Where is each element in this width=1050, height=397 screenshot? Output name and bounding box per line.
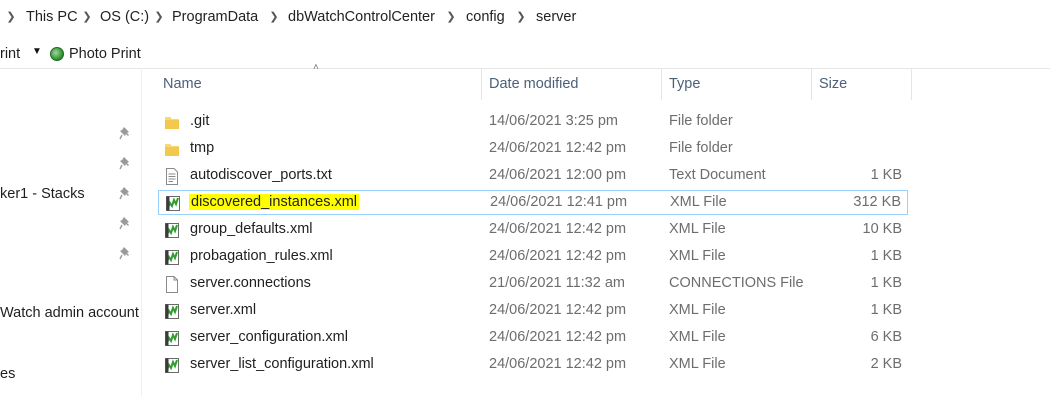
xml-file-icon bbox=[166, 196, 180, 211]
file-type: Text Document bbox=[669, 167, 766, 183]
xml-file-icon bbox=[165, 304, 179, 319]
file-name: autodiscover_ports.txt bbox=[190, 167, 332, 183]
breadcrumb-programdata[interactable]: ProgramData bbox=[172, 9, 258, 25]
file-date: 24/06/2021 12:42 pm bbox=[489, 302, 627, 318]
breadcrumb-config[interactable]: config bbox=[466, 9, 505, 25]
file-name: server.connections bbox=[190, 275, 311, 291]
file-name: server.xml bbox=[190, 302, 257, 318]
address-bar[interactable]: ❯ This PC ❯ OS (C:) ❯ ProgramData ❯ dbWa… bbox=[0, 0, 1050, 36]
file-row-selected[interactable]: discovered_instances.xml 24/06/2021 12:4… bbox=[158, 190, 908, 215]
file-name: group_defaults.xml bbox=[190, 221, 313, 237]
pin-icon[interactable] bbox=[119, 216, 133, 230]
file-type: File folder bbox=[669, 113, 733, 129]
file-row[interactable]: probagation_rules.xml 24/06/2021 12:42 p… bbox=[158, 245, 908, 270]
chevron-right-icon[interactable]: ❯ bbox=[6, 10, 16, 23]
file-type: XML File bbox=[669, 302, 726, 318]
file-date: 24/06/2021 12:00 pm bbox=[489, 167, 627, 183]
pin-icon[interactable] bbox=[119, 126, 133, 140]
dropdown-arrow-icon[interactable]: ▼ bbox=[32, 46, 42, 57]
pin-icon[interactable] bbox=[119, 156, 133, 170]
folder-icon bbox=[165, 144, 179, 156]
highlighted-file-name: discovered_instances.xml bbox=[189, 194, 360, 210]
column-header-type[interactable]: Type bbox=[661, 68, 811, 100]
file-row[interactable]: server_list_configuration.xml 24/06/2021… bbox=[158, 353, 908, 378]
file-date: 24/06/2021 12:42 pm bbox=[489, 221, 627, 237]
chevron-right-icon[interactable]: ❯ bbox=[82, 10, 92, 23]
chevron-right-icon[interactable]: ❯ bbox=[516, 10, 526, 23]
file-name: tmp bbox=[190, 140, 215, 156]
breadcrumb-this-pc[interactable]: This PC bbox=[26, 9, 78, 25]
file-date: 21/06/2021 11:32 am bbox=[489, 275, 625, 291]
file-type: XML File bbox=[669, 221, 726, 237]
file-type: XML File bbox=[670, 194, 727, 210]
folder-icon bbox=[165, 117, 179, 129]
chevron-right-icon[interactable]: ❯ bbox=[154, 10, 164, 23]
xml-file-icon bbox=[165, 250, 179, 265]
file-name: probagation_rules.xml bbox=[190, 248, 333, 264]
file-type: XML File bbox=[669, 248, 726, 264]
file-date: 24/06/2021 12:41 pm bbox=[490, 194, 628, 210]
file-size: 1 KB bbox=[870, 248, 902, 264]
file-name: server_configuration.xml bbox=[190, 329, 348, 345]
file-type: XML File bbox=[669, 329, 726, 345]
file-type: CONNECTIONS File bbox=[669, 275, 804, 291]
xml-file-icon bbox=[165, 223, 179, 238]
file-row[interactable]: autodiscover_ports.txt 24/06/2021 12:00 … bbox=[158, 164, 908, 189]
file-size: 6 KB bbox=[870, 329, 902, 345]
file-row[interactable]: .git 14/06/2021 3:25 pm File folder bbox=[158, 110, 908, 135]
breadcrumb-server[interactable]: server bbox=[536, 9, 576, 25]
photo-print-icon bbox=[50, 47, 64, 61]
pane-divider bbox=[141, 68, 142, 397]
file-row[interactable]: server.xml 24/06/2021 12:42 pm XML File … bbox=[158, 299, 908, 324]
column-header-size[interactable]: Size bbox=[811, 68, 911, 100]
file-size: 2 KB bbox=[870, 356, 902, 372]
photo-print-button[interactable]: Photo Print bbox=[50, 46, 141, 62]
file-name: discovered_instances.xml bbox=[189, 194, 360, 210]
breadcrumb-dbwatchcontrolcenter[interactable]: dbWatchControlCenter bbox=[288, 9, 435, 25]
file-row[interactable]: server_configuration.xml 24/06/2021 12:4… bbox=[158, 326, 908, 351]
column-header-name[interactable]: Name bbox=[155, 68, 481, 100]
file-date: 24/06/2021 12:42 pm bbox=[489, 140, 627, 156]
nav-item-es[interactable]: es bbox=[0, 366, 15, 382]
print-button[interactable]: rint bbox=[0, 46, 20, 62]
pin-icon[interactable] bbox=[119, 246, 133, 260]
file-size: 10 KB bbox=[862, 221, 903, 237]
column-header-date-modified[interactable]: Date modified bbox=[481, 68, 661, 100]
file-date: 24/06/2021 12:42 pm bbox=[489, 329, 627, 345]
nav-item-admin-account[interactable]: Watch admin account bbox=[0, 305, 139, 321]
nav-item-stacks[interactable]: ker1 - Stacks bbox=[0, 186, 85, 202]
text-file-icon bbox=[166, 168, 178, 185]
file-name: server_list_configuration.xml bbox=[190, 356, 374, 372]
toolbar: rint ▼ Photo Print bbox=[0, 38, 1050, 69]
file-row[interactable]: group_defaults.xml 24/06/2021 12:42 pm X… bbox=[158, 218, 908, 243]
xml-file-icon bbox=[165, 358, 179, 373]
file-name: .git bbox=[190, 113, 210, 129]
blank-file-icon bbox=[166, 276, 178, 293]
file-row[interactable]: server.connections 21/06/2021 11:32 am C… bbox=[158, 272, 908, 297]
file-date: 24/06/2021 12:42 pm bbox=[489, 248, 627, 264]
xml-file-icon bbox=[165, 331, 179, 346]
file-date: 24/06/2021 12:42 pm bbox=[489, 356, 627, 372]
column-divider[interactable] bbox=[911, 68, 912, 100]
file-size: 1 KB bbox=[870, 275, 902, 291]
file-date: 14/06/2021 3:25 pm bbox=[489, 113, 618, 129]
breadcrumb-os-c[interactable]: OS (C:) bbox=[100, 9, 149, 25]
file-size: 1 KB bbox=[870, 167, 902, 183]
chevron-right-icon[interactable]: ❯ bbox=[446, 10, 456, 23]
file-size: 1 KB bbox=[870, 302, 902, 318]
file-size: 312 KB bbox=[853, 194, 901, 210]
file-row[interactable]: tmp 24/06/2021 12:42 pm File folder bbox=[158, 137, 908, 162]
photo-print-label: Photo Print bbox=[69, 46, 141, 62]
pin-icon[interactable] bbox=[119, 186, 133, 200]
file-type: File folder bbox=[669, 140, 733, 156]
chevron-right-icon[interactable]: ❯ bbox=[269, 10, 279, 23]
file-type: XML File bbox=[669, 356, 726, 372]
